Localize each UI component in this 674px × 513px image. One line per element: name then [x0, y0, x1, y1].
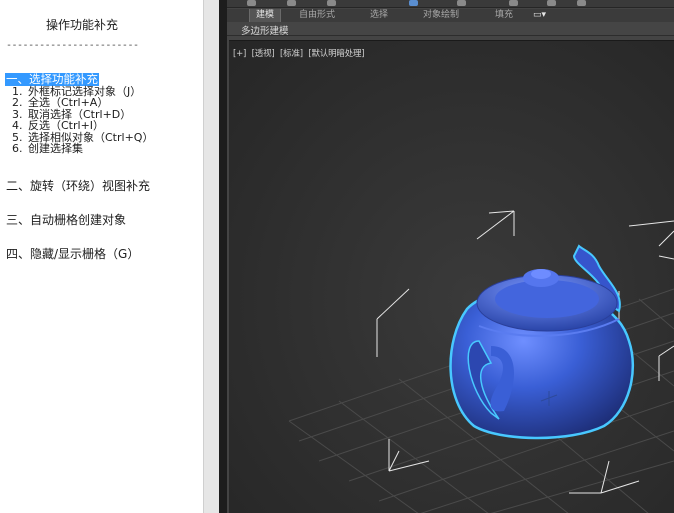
selection-list: 1. 外框标记选择对象（J） 2. 全选（Ctrl+A） 3. 取消选择（Ctrl+D…	[12, 86, 153, 156]
app-window: 建模 自由形式 选择 对象绘制 填充 ▭▾ 多边形建模 [+] [透视] [标准…	[227, 0, 674, 513]
render-icon[interactable]	[577, 0, 586, 6]
tab-selection[interactable]: 选择	[370, 9, 388, 22]
link-icon[interactable]	[327, 0, 336, 6]
list-item: 6. 创建选择集	[12, 142, 83, 156]
snap-icon[interactable]	[457, 0, 466, 6]
redo-icon[interactable]	[287, 0, 296, 6]
tab-object-paint[interactable]: 对象绘制	[423, 9, 459, 22]
section-heading-autogrid: 三、自动栅格创建对象	[6, 213, 127, 227]
select-icon[interactable]	[409, 0, 418, 6]
teapot-model	[449, 244, 635, 440]
mirror-icon[interactable]	[509, 0, 518, 6]
divider-line: ------------------------	[6, 40, 139, 51]
notes-title: 操作功能补充	[46, 18, 119, 32]
divider-line: ------------------------	[6, 0, 139, 5]
undo-icon[interactable]	[247, 0, 256, 6]
tab-populate[interactable]: 填充	[495, 9, 513, 22]
perspective-viewport[interactable]: [+] [透视] [标准] [默认明暗处理]	[229, 40, 674, 513]
align-icon[interactable]	[547, 0, 556, 6]
viewport-scene	[288, 210, 674, 513]
sub-ribbon: 多边形建模	[227, 22, 674, 37]
window-gap	[219, 0, 227, 513]
polygon-modeling-label[interactable]: 多边形建模	[241, 23, 289, 37]
main-toolbar	[227, 0, 674, 8]
tab-modeling[interactable]: 建模	[249, 9, 282, 22]
tab-freeform[interactable]: 自由形式	[299, 9, 335, 22]
ribbon-tabs: 建模 自由形式 选择 对象绘制 填充 ▭▾	[227, 9, 674, 22]
window-edge	[203, 0, 219, 513]
ribbon-options-icon[interactable]: ▭▾	[533, 9, 546, 22]
section-heading-orbit: 二、旋转（环绕）视图补充	[6, 179, 151, 193]
notes-panel[interactable]: ------------------------ 操作功能补充 --------…	[0, 0, 203, 513]
section-heading-grid-toggle: 四、隐藏/显示栅格（G）	[6, 247, 140, 261]
